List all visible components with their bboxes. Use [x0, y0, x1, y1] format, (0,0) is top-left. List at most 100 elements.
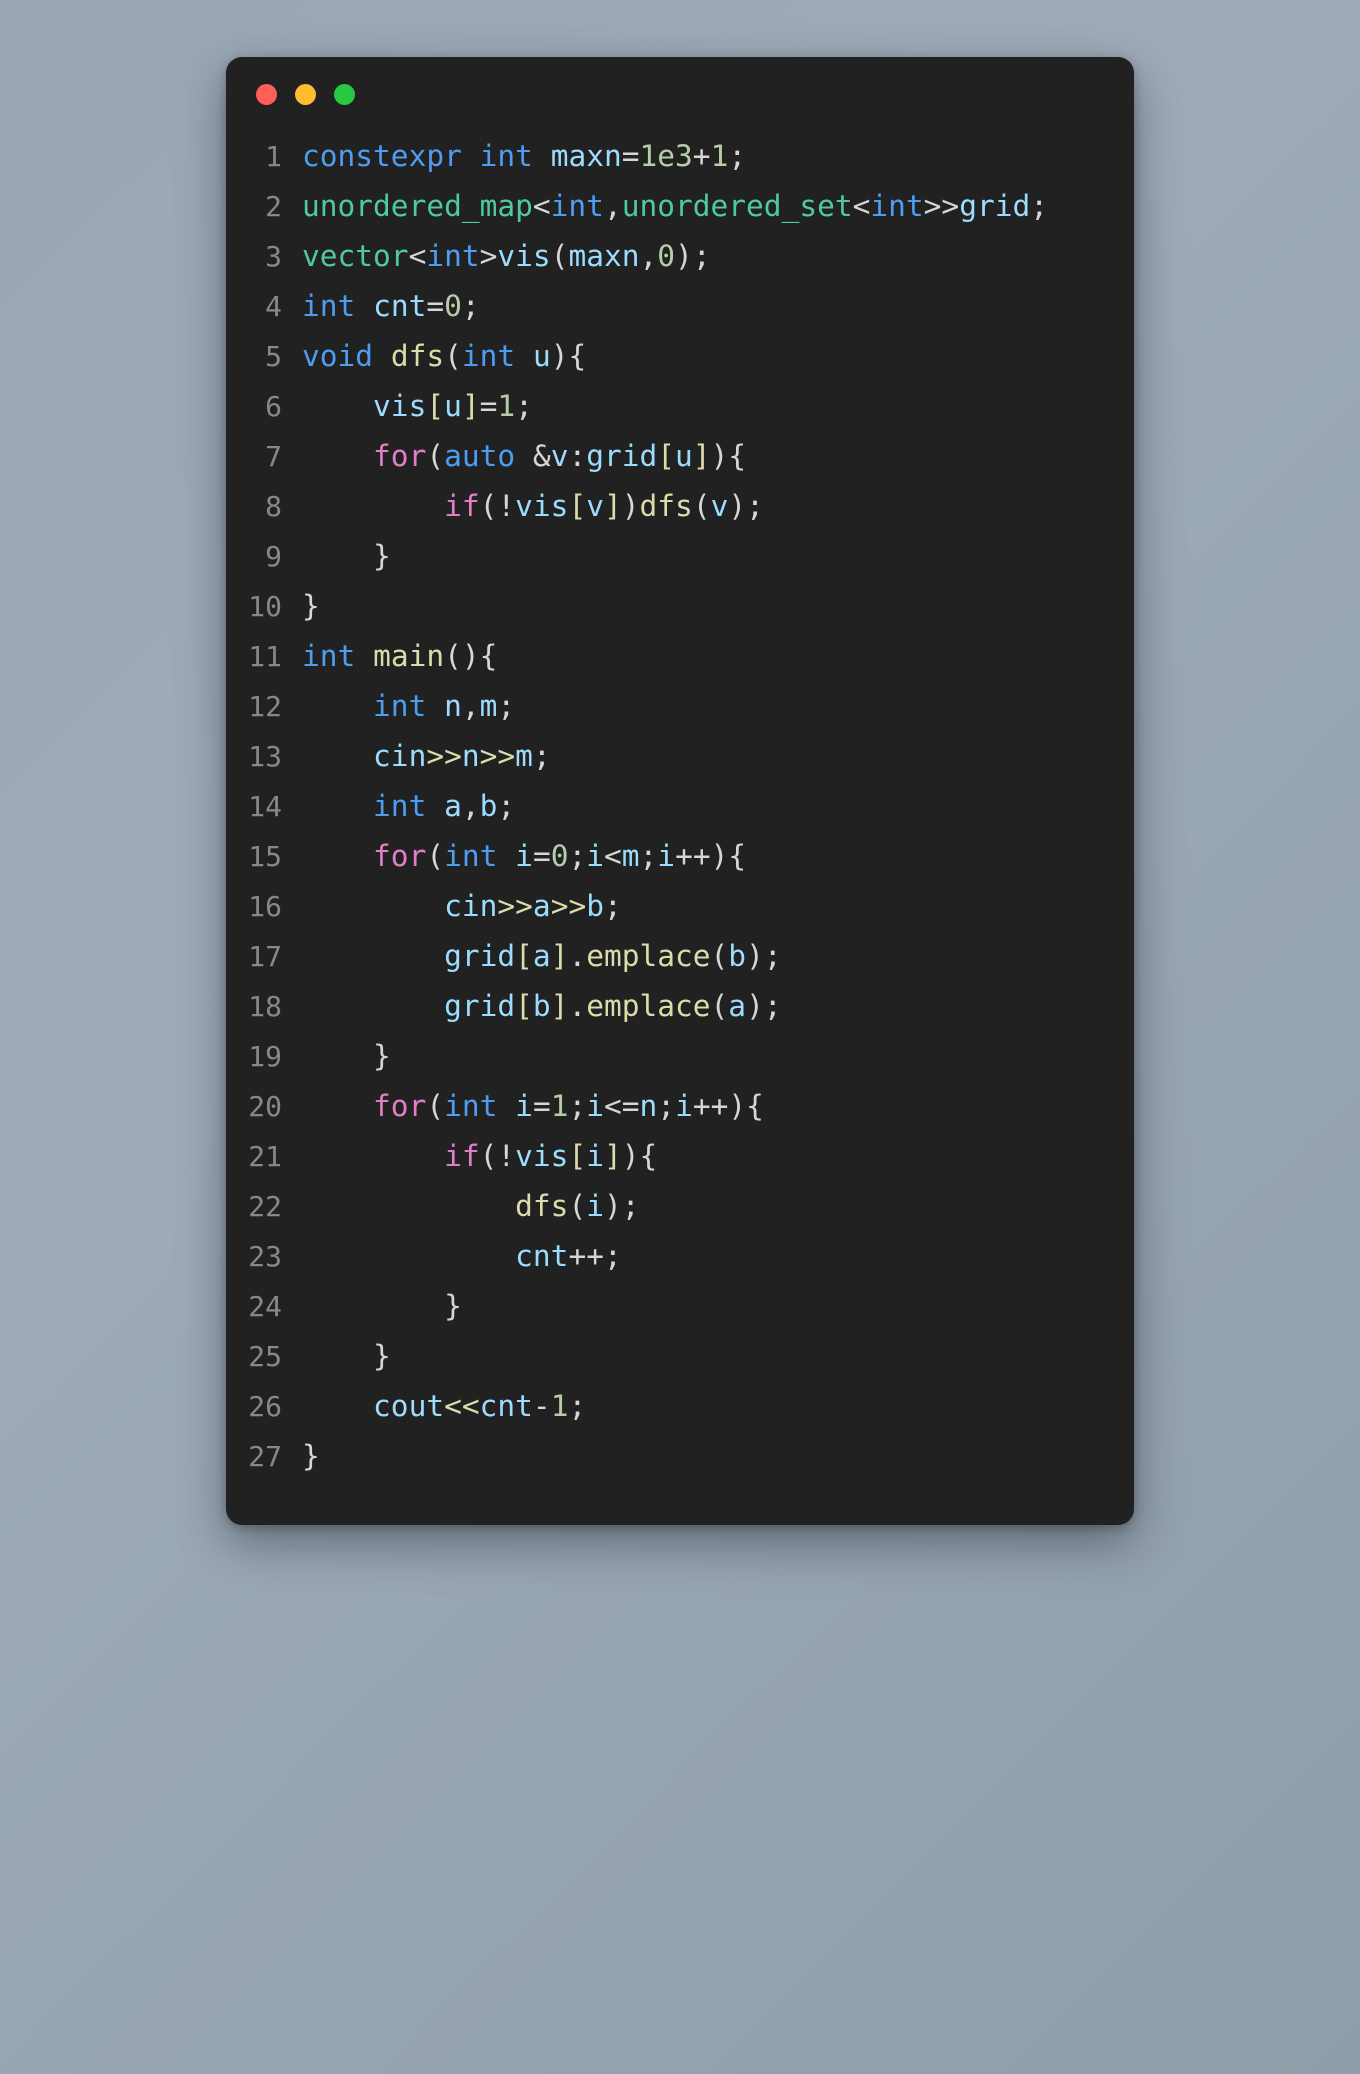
code-token: int: [426, 239, 480, 273]
code-token: }: [302, 1039, 391, 1073]
code-token: <: [408, 239, 427, 273]
code-line: 1 constexpr int maxn=1e3+1;: [226, 131, 1108, 181]
code-token: b: [728, 939, 747, 973]
code-token: (!: [479, 1139, 516, 1173]
code-line: 18 grid[b].emplace(a);: [226, 981, 1108, 1031]
line-number: 27: [248, 1440, 282, 1473]
line-number: 6: [265, 390, 282, 423]
code-token: ]: [692, 439, 711, 473]
code-token: (: [426, 439, 445, 473]
line-content: for(auto &v:grid[u]){: [302, 431, 746, 481]
code-token: >>: [497, 889, 533, 923]
code-token: }: [302, 1439, 320, 1473]
code-token: grid: [959, 189, 1031, 223]
code-token: (: [710, 989, 729, 1023]
code-token: ]: [550, 989, 569, 1023]
line-content: int main(){: [302, 631, 497, 681]
code-token: (: [444, 339, 462, 373]
code-token: ){: [621, 1139, 658, 1173]
line-content: for(int i=1;i<=n;i++){: [302, 1081, 764, 1131]
code-token: for: [373, 1089, 427, 1123]
code-token: m: [479, 689, 498, 723]
window-titlebar: [226, 57, 1134, 131]
line-content: vector<int>vis(maxn,0);: [302, 231, 711, 281]
code-token: }: [302, 539, 391, 573]
code-token: &: [515, 439, 551, 473]
code-token: 0: [550, 839, 569, 873]
code-token: <<: [444, 1389, 480, 1423]
code-token: v: [586, 489, 604, 523]
code-token: (!: [479, 489, 516, 523]
code-token: void: [302, 339, 374, 373]
code-line: 5 void dfs(int u){: [226, 331, 1108, 381]
code-token: maxn: [550, 139, 622, 173]
code-token: i: [586, 1139, 604, 1173]
code-token: }: [302, 1339, 391, 1373]
line-number: 26: [248, 1390, 282, 1423]
code-line: 14 int a,b;: [226, 781, 1108, 831]
code-token: +: [692, 139, 711, 173]
code-token: dfs: [515, 1189, 569, 1223]
code-token: int: [461, 339, 516, 373]
code-token: .: [568, 939, 587, 973]
code-token: =: [532, 839, 551, 873]
code-editor[interactable]: 1 constexpr int maxn=1e3+1; 2 unordered_map…: [226, 131, 1134, 1481]
close-button[interactable]: [256, 83, 277, 105]
code-token: i: [586, 1089, 604, 1123]
code-token: 1e3: [639, 139, 693, 173]
code-token: [: [515, 939, 533, 973]
code-token: vis: [515, 489, 569, 523]
code-token: v: [710, 489, 729, 523]
code-token: );: [746, 989, 782, 1023]
code-token: grid: [444, 939, 516, 973]
line-content: int a,b;: [302, 781, 515, 831]
code-token: u: [532, 339, 551, 373]
line-content: grid[a].emplace(b);: [302, 931, 782, 981]
code-line: 8 if(!vis[v])dfs(v);: [226, 481, 1108, 531]
line-number: 13: [248, 740, 282, 773]
code-token: ): [621, 489, 640, 523]
line-content: if(!vis[i]){: [302, 1131, 657, 1181]
code-token: maxn: [568, 239, 640, 273]
code-token: ;: [461, 289, 480, 323]
code-token: }: [302, 1289, 462, 1323]
line-content: }: [302, 531, 391, 581]
code-token: a: [728, 989, 747, 1023]
code-token: <: [852, 189, 871, 223]
code-token: u: [444, 389, 462, 423]
code-token: ;: [497, 789, 516, 823]
code-token: ++){: [675, 839, 747, 873]
code-line: 17 grid[a].emplace(b);: [226, 931, 1108, 981]
line-number: 2: [265, 190, 282, 223]
code-token: =: [621, 139, 640, 173]
line-number: 4: [265, 290, 282, 323]
code-token: 0: [444, 289, 462, 323]
code-token: b: [479, 789, 498, 823]
line-content: dfs(i);: [302, 1181, 640, 1231]
code-token: ;: [657, 1089, 676, 1123]
code-token: ++){: [692, 1089, 764, 1123]
code-token: }: [302, 589, 320, 623]
code-token: if: [444, 1139, 480, 1173]
maximize-button[interactable]: [334, 83, 355, 105]
code-token: n: [639, 1089, 658, 1123]
code-token: [: [426, 389, 445, 423]
code-token: 1: [550, 1089, 569, 1123]
code-token: i: [515, 1089, 533, 1123]
code-token: int: [373, 689, 427, 723]
code-token: 1: [497, 389, 516, 423]
minimize-button[interactable]: [295, 83, 316, 105]
code-token: ;: [728, 139, 747, 173]
code-token: vis: [515, 1139, 569, 1173]
code-token: (: [550, 239, 569, 273]
code-line: 7 for(auto &v:grid[u]){: [226, 431, 1108, 481]
code-token: unordered_map: [302, 189, 533, 223]
code-token: );: [603, 1189, 640, 1223]
